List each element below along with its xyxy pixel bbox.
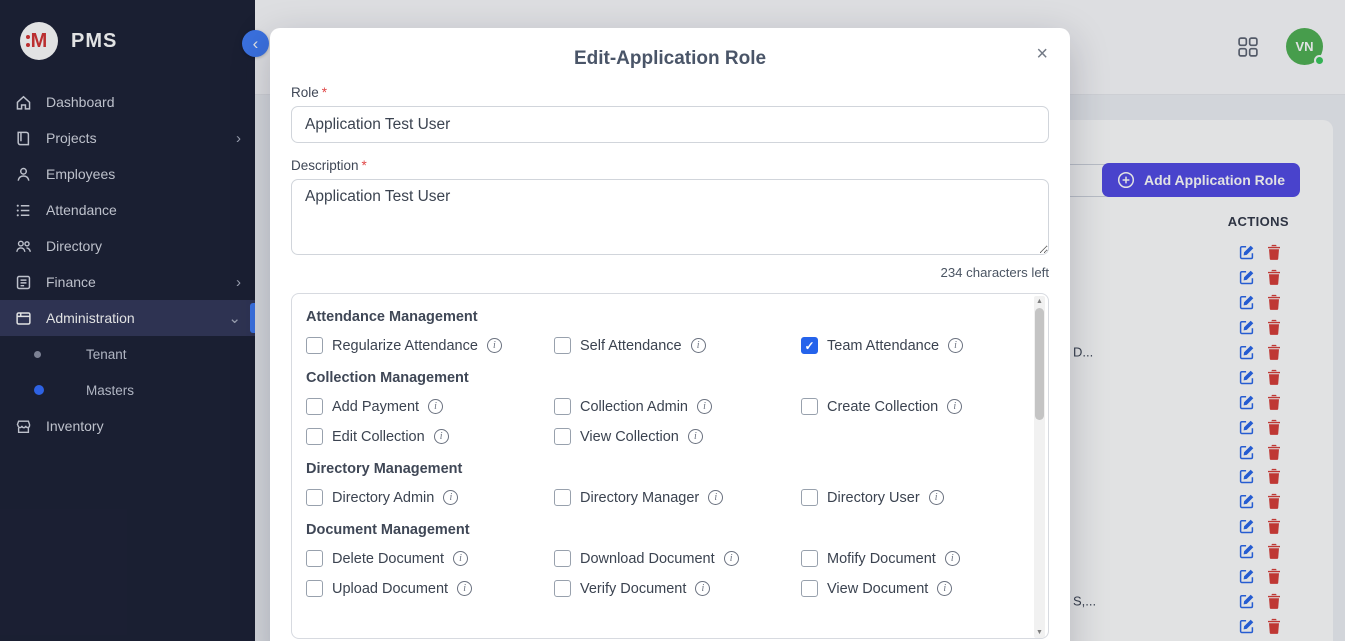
permission-edit-collection[interactable]: Edit Collectioni [306,428,554,445]
checkbox-icon[interactable] [306,550,323,567]
permission-section: Directory ManagementDirectory AdminiDire… [306,461,1018,506]
info-icon: i [708,490,723,505]
info-icon: i [434,429,449,444]
section-title: Document Management [306,522,1018,538]
permission-section: Collection Management Add PaymentiCollect… [306,370,1018,445]
checkbox-icon[interactable] [801,580,818,597]
modal-title: Edit-Application Role [291,28,1049,70]
checkbox-icon[interactable] [554,428,571,445]
checkbox-icon[interactable] [554,580,571,597]
permission-view-collection[interactable]: View Collectioni [554,428,801,445]
checkbox-icon[interactable] [554,337,571,354]
permission-add-payment[interactable]: Add Paymenti [306,398,554,415]
info-icon: i [695,581,710,596]
info-icon: i [724,551,739,566]
permission-download-document[interactable]: Download Documenti [554,550,801,567]
permission-self-attendance[interactable]: Self Attendancei [554,337,801,354]
checkbox-icon[interactable]: ✓ [801,337,818,354]
checkbox-icon[interactable] [554,550,571,567]
close-icon[interactable]: × [1032,40,1052,68]
characters-left-counter: 234 characters left [291,265,1049,280]
description-textarea[interactable]: Application Test User [291,179,1049,255]
checkbox-icon[interactable] [801,398,818,415]
permission-directory-user[interactable]: Directory Useri [801,489,1018,506]
permission-directory-admin[interactable]: Directory Admini [306,489,554,506]
permission-section: Document Management Delete DocumentiDownl… [306,522,1018,597]
permission-directory-manager[interactable]: Directory Manageri [554,489,801,506]
permission-view-document[interactable]: View Documenti [801,580,1018,597]
checkbox-icon[interactable] [801,550,818,567]
info-icon: i [453,551,468,566]
checkbox-icon[interactable] [554,398,571,415]
required-asterisk: * [362,158,367,173]
section-title: Directory Management [306,461,1018,477]
permissions-panel: Attendance Management Regularize Attendan… [291,293,1049,639]
info-icon: i [428,399,443,414]
checkbox-icon[interactable] [306,398,323,415]
info-icon: i [929,490,944,505]
scroll-down-icon[interactable]: ▼ [1034,627,1045,638]
role-label: Role* [291,85,1049,100]
checkbox-icon[interactable] [306,580,323,597]
section-title: Collection Management [306,370,1018,386]
info-icon: i [691,338,706,353]
scroll-up-icon[interactable]: ▲ [1034,296,1045,307]
description-label: Description* [291,158,1049,173]
info-icon: i [945,551,960,566]
checkbox-icon[interactable] [306,489,323,506]
edit-application-role-modal: Edit-Application Role × Role* Descriptio… [270,28,1070,641]
info-icon: i [947,399,962,414]
checkbox-icon[interactable] [306,428,323,445]
scrollbar[interactable]: ▲ ▼ [1034,296,1045,638]
permissions-list: Attendance Management Regularize Attendan… [306,309,1018,597]
scrollbar-thumb[interactable] [1035,308,1044,420]
info-icon: i [487,338,502,353]
section-title: Attendance Management [306,309,1018,325]
permission-team-attendance[interactable]: ✓Team Attendancei [801,337,1018,354]
permission-collection-admin[interactable]: Collection Admini [554,398,801,415]
info-icon: i [937,581,952,596]
permission-upload-document[interactable]: Upload Documenti [306,580,554,597]
info-icon: i [688,429,703,444]
required-asterisk: * [322,85,327,100]
info-icon: i [948,338,963,353]
permission-create-collection[interactable]: Create Collectioni [801,398,1018,415]
info-icon: i [697,399,712,414]
checkbox-icon[interactable] [801,489,818,506]
role-input[interactable] [291,106,1049,143]
permission-regularize-attendance[interactable]: Regularize Attendancei [306,337,554,354]
checkbox-icon[interactable] [554,489,571,506]
permission-verify-document[interactable]: Verify Documenti [554,580,801,597]
permission-section: Attendance Management Regularize Attendan… [306,309,1018,354]
info-icon: i [457,581,472,596]
checkbox-icon[interactable] [306,337,323,354]
permission-delete-document[interactable]: Delete Documenti [306,550,554,567]
permission-mofify-document[interactable]: Mofify Documenti [801,550,1018,567]
info-icon: i [443,490,458,505]
